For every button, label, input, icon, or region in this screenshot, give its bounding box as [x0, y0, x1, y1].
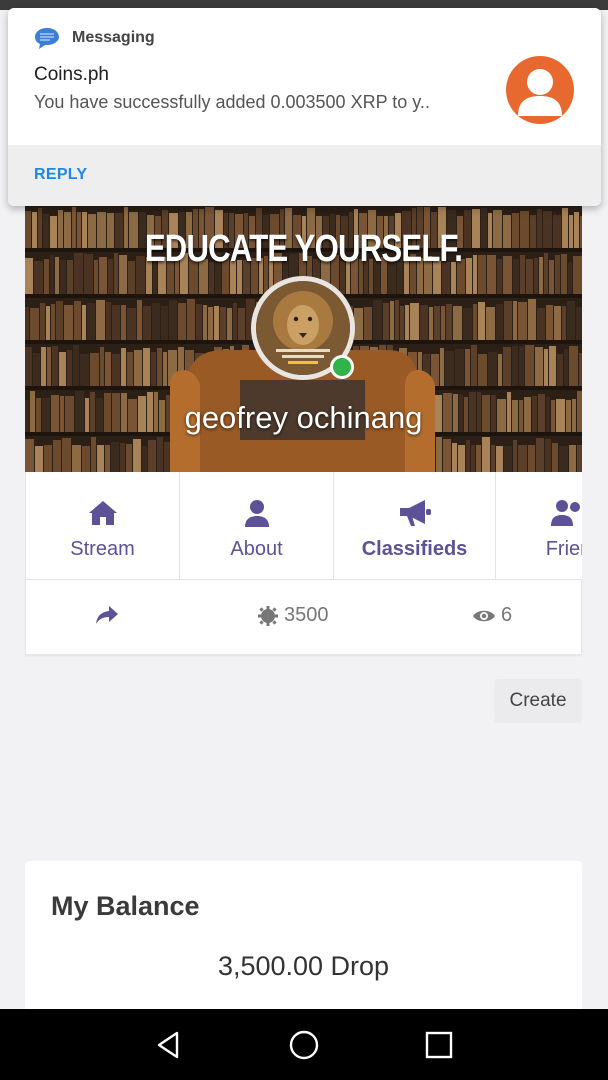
profile-cover: EDUCATE YOURSELF. geofrey ochinang: [25, 200, 582, 472]
notification-title: Coins.ph: [34, 64, 109, 85]
tab-classifieds[interactable]: Classifieds: [334, 472, 496, 579]
tab-label: Classifieds: [361, 538, 468, 560]
notification-header: Messaging: [34, 26, 155, 50]
tab-label: Stream: [70, 538, 135, 560]
online-status-indicator: [330, 355, 354, 379]
messaging-icon: [35, 28, 59, 49]
balance-card: My Balance 3,500.00 Drop: [25, 861, 582, 1021]
profile-stats: 3500 6: [25, 580, 582, 655]
notification-text: You have successfully added 0.003500 XRP…: [34, 92, 430, 112]
profile-name: geofrey ochinang: [184, 400, 423, 435]
notification-app-name: Messaging: [72, 29, 155, 46]
tab-stream[interactable]: Stream: [26, 472, 180, 579]
points-value: 3500: [284, 604, 329, 626]
notification-card[interactable]: Messaging Coins.ph You have successfully…: [8, 8, 601, 206]
megaphone-icon: [399, 500, 431, 526]
eye-icon: [473, 610, 495, 621]
balance-title: My Balance: [51, 891, 200, 921]
views-value: 6: [501, 604, 513, 626]
share-button[interactable]: [95, 604, 119, 626]
tab-label: Frien: [545, 538, 582, 560]
recents-icon[interactable]: [423, 1029, 455, 1061]
views-stat: 6: [472, 604, 512, 627]
points-stat: 3500: [258, 604, 329, 627]
friends-icon: [550, 500, 580, 526]
balance-value: 3,500.00 Drop: [217, 951, 390, 981]
user-icon: [244, 500, 269, 527]
notification-actions: REPLY: [8, 145, 601, 206]
profile-tabs: Stream About Classifieds Frien: [25, 472, 582, 580]
cover-caption: EDUCATE YOURSELF.: [144, 228, 463, 270]
tab-friends[interactable]: Frien: [496, 472, 582, 579]
gear-icon: [258, 605, 278, 626]
reply-button[interactable]: REPLY: [34, 166, 87, 184]
create-button[interactable]: Create: [494, 679, 582, 723]
tab-about[interactable]: About: [180, 472, 334, 579]
back-icon[interactable]: [152, 1029, 184, 1061]
share-icon: [96, 606, 118, 624]
home-icon: [88, 501, 117, 525]
android-nav-bar: [0, 1009, 608, 1080]
home-nav-icon[interactable]: [288, 1029, 320, 1061]
notification-avatar-icon: [506, 56, 574, 124]
tab-label: About: [230, 538, 283, 560]
